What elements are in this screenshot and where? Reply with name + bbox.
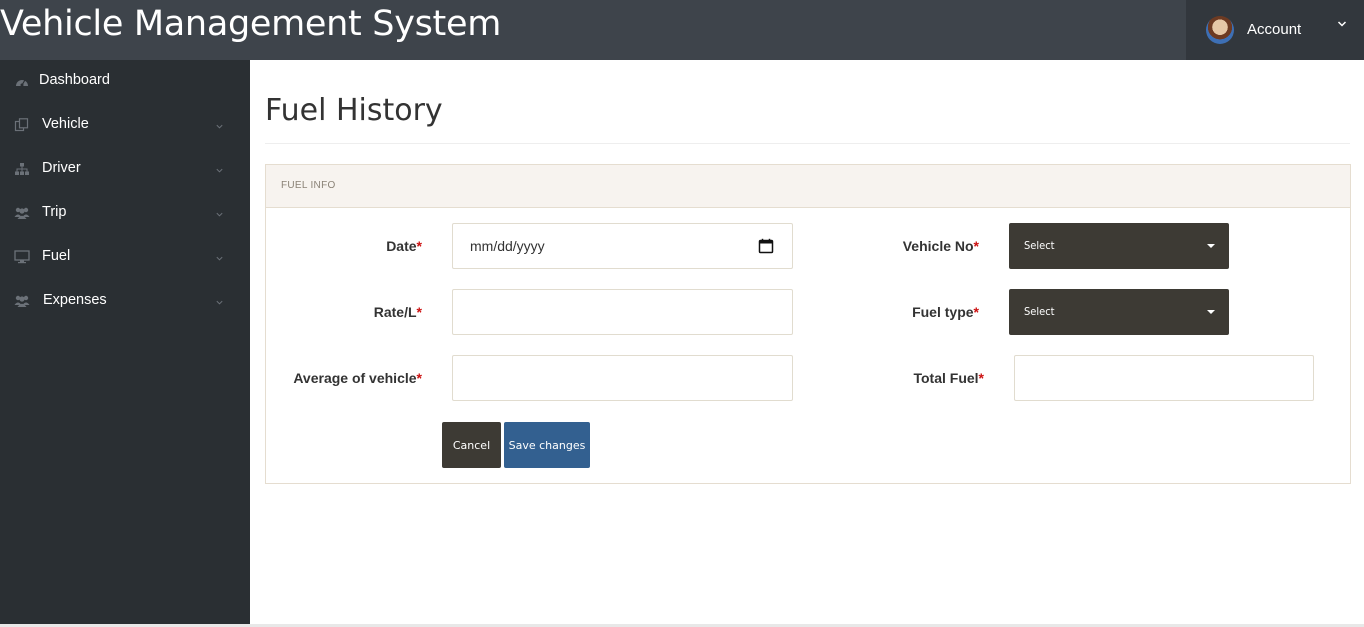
required-marker: *: [973, 304, 979, 320]
date-label: Date*: [386, 238, 422, 254]
sidebar-item-fuel[interactable]: Fuel: [0, 236, 250, 280]
page-title: Fuel History: [265, 93, 443, 128]
required-marker: *: [416, 304, 422, 320]
users-icon: [14, 207, 30, 219]
chevron-down-icon: [216, 168, 223, 173]
caret-down-icon: [1207, 244, 1215, 248]
sidebar-item-label: Fuel: [42, 248, 71, 264]
sidebar-item-dashboard[interactable]: Dashboard: [0, 60, 250, 104]
total-fuel-label-text: Total Fuel: [913, 370, 979, 386]
sidebar-item-label: Trip: [42, 204, 67, 220]
copy-icon: [14, 118, 29, 132]
chevron-down-icon: [216, 212, 223, 217]
avatar: [1206, 16, 1234, 44]
sidebar-item-label: Dashboard: [39, 72, 110, 88]
chevron-down-icon: [216, 300, 223, 305]
total-fuel-label: Total Fuel*: [913, 370, 984, 386]
top-navbar: Vehicle Management System Account: [0, 0, 1364, 60]
cancel-button[interactable]: Cancel: [442, 422, 501, 468]
fuel-type-label-text: Fuel type: [912, 304, 974, 320]
sidebar-item-expenses[interactable]: Expenses: [0, 280, 250, 324]
calendar-icon[interactable]: [758, 238, 774, 254]
caret-down-icon: [1207, 310, 1215, 314]
average-label-text: Average of vehicle: [293, 370, 417, 386]
chevron-down-icon: [216, 256, 223, 261]
average-label: Average of vehicle*: [293, 370, 422, 386]
chevron-down-icon: [1337, 21, 1347, 27]
fuel-info-panel: FUEL INFO Date* mm/dd/yyyy Rate/L* Avera…: [265, 164, 1351, 484]
panel-heading: FUEL INFO: [281, 180, 336, 191]
date-placeholder: mm/dd/yyyy: [470, 238, 545, 254]
required-marker: *: [978, 370, 984, 386]
vehicle-no-label: Vehicle No*: [903, 238, 979, 254]
chevron-down-icon: [216, 124, 223, 129]
monitor-icon: [14, 250, 30, 264]
sidebar-item-label: Vehicle: [42, 116, 89, 132]
vehicle-no-select[interactable]: Select: [1009, 223, 1229, 269]
fuel-type-selected: Select: [1024, 305, 1055, 318]
sidebar-item-vehicle[interactable]: Vehicle: [0, 104, 250, 148]
vehicle-no-selected: Select: [1024, 239, 1055, 252]
sidebar-item-driver[interactable]: Driver: [0, 148, 250, 192]
date-input[interactable]: mm/dd/yyyy: [452, 223, 793, 269]
save-changes-button[interactable]: Save changes: [504, 422, 590, 468]
required-marker: *: [416, 370, 422, 386]
rate-label-text: Rate/L: [373, 304, 417, 320]
fuel-type-select[interactable]: Select: [1009, 289, 1229, 335]
fuel-type-label: Fuel type*: [912, 304, 979, 320]
total-fuel-input[interactable]: [1014, 355, 1314, 401]
divider: [265, 143, 1350, 144]
panel-header: FUEL INFO: [266, 165, 1350, 208]
sidebar: Dashboard Vehicle Driver Trip Fuel Expen…: [0, 60, 250, 627]
sidebar-item-label: Expenses: [43, 292, 107, 308]
rate-input[interactable]: [452, 289, 793, 335]
sidebar-item-label: Driver: [42, 160, 81, 176]
rate-label: Rate/L*: [374, 304, 422, 320]
dashboard-icon: [16, 79, 28, 87]
sidebar-item-trip[interactable]: Trip: [0, 192, 250, 236]
account-menu[interactable]: Account: [1186, 0, 1364, 60]
sitemap-icon: [15, 163, 29, 175]
users-icon: [14, 295, 30, 307]
vehicle-no-label-text: Vehicle No: [902, 238, 974, 254]
required-marker: *: [416, 238, 422, 254]
app-title: Vehicle Management System: [0, 4, 501, 44]
required-marker: *: [973, 238, 979, 254]
account-label: Account: [1247, 21, 1302, 38]
date-label-text: Date: [386, 238, 417, 254]
average-input[interactable]: [452, 355, 793, 401]
main-content: Fuel History FUEL INFO Date* mm/dd/yyyy …: [250, 60, 1364, 627]
